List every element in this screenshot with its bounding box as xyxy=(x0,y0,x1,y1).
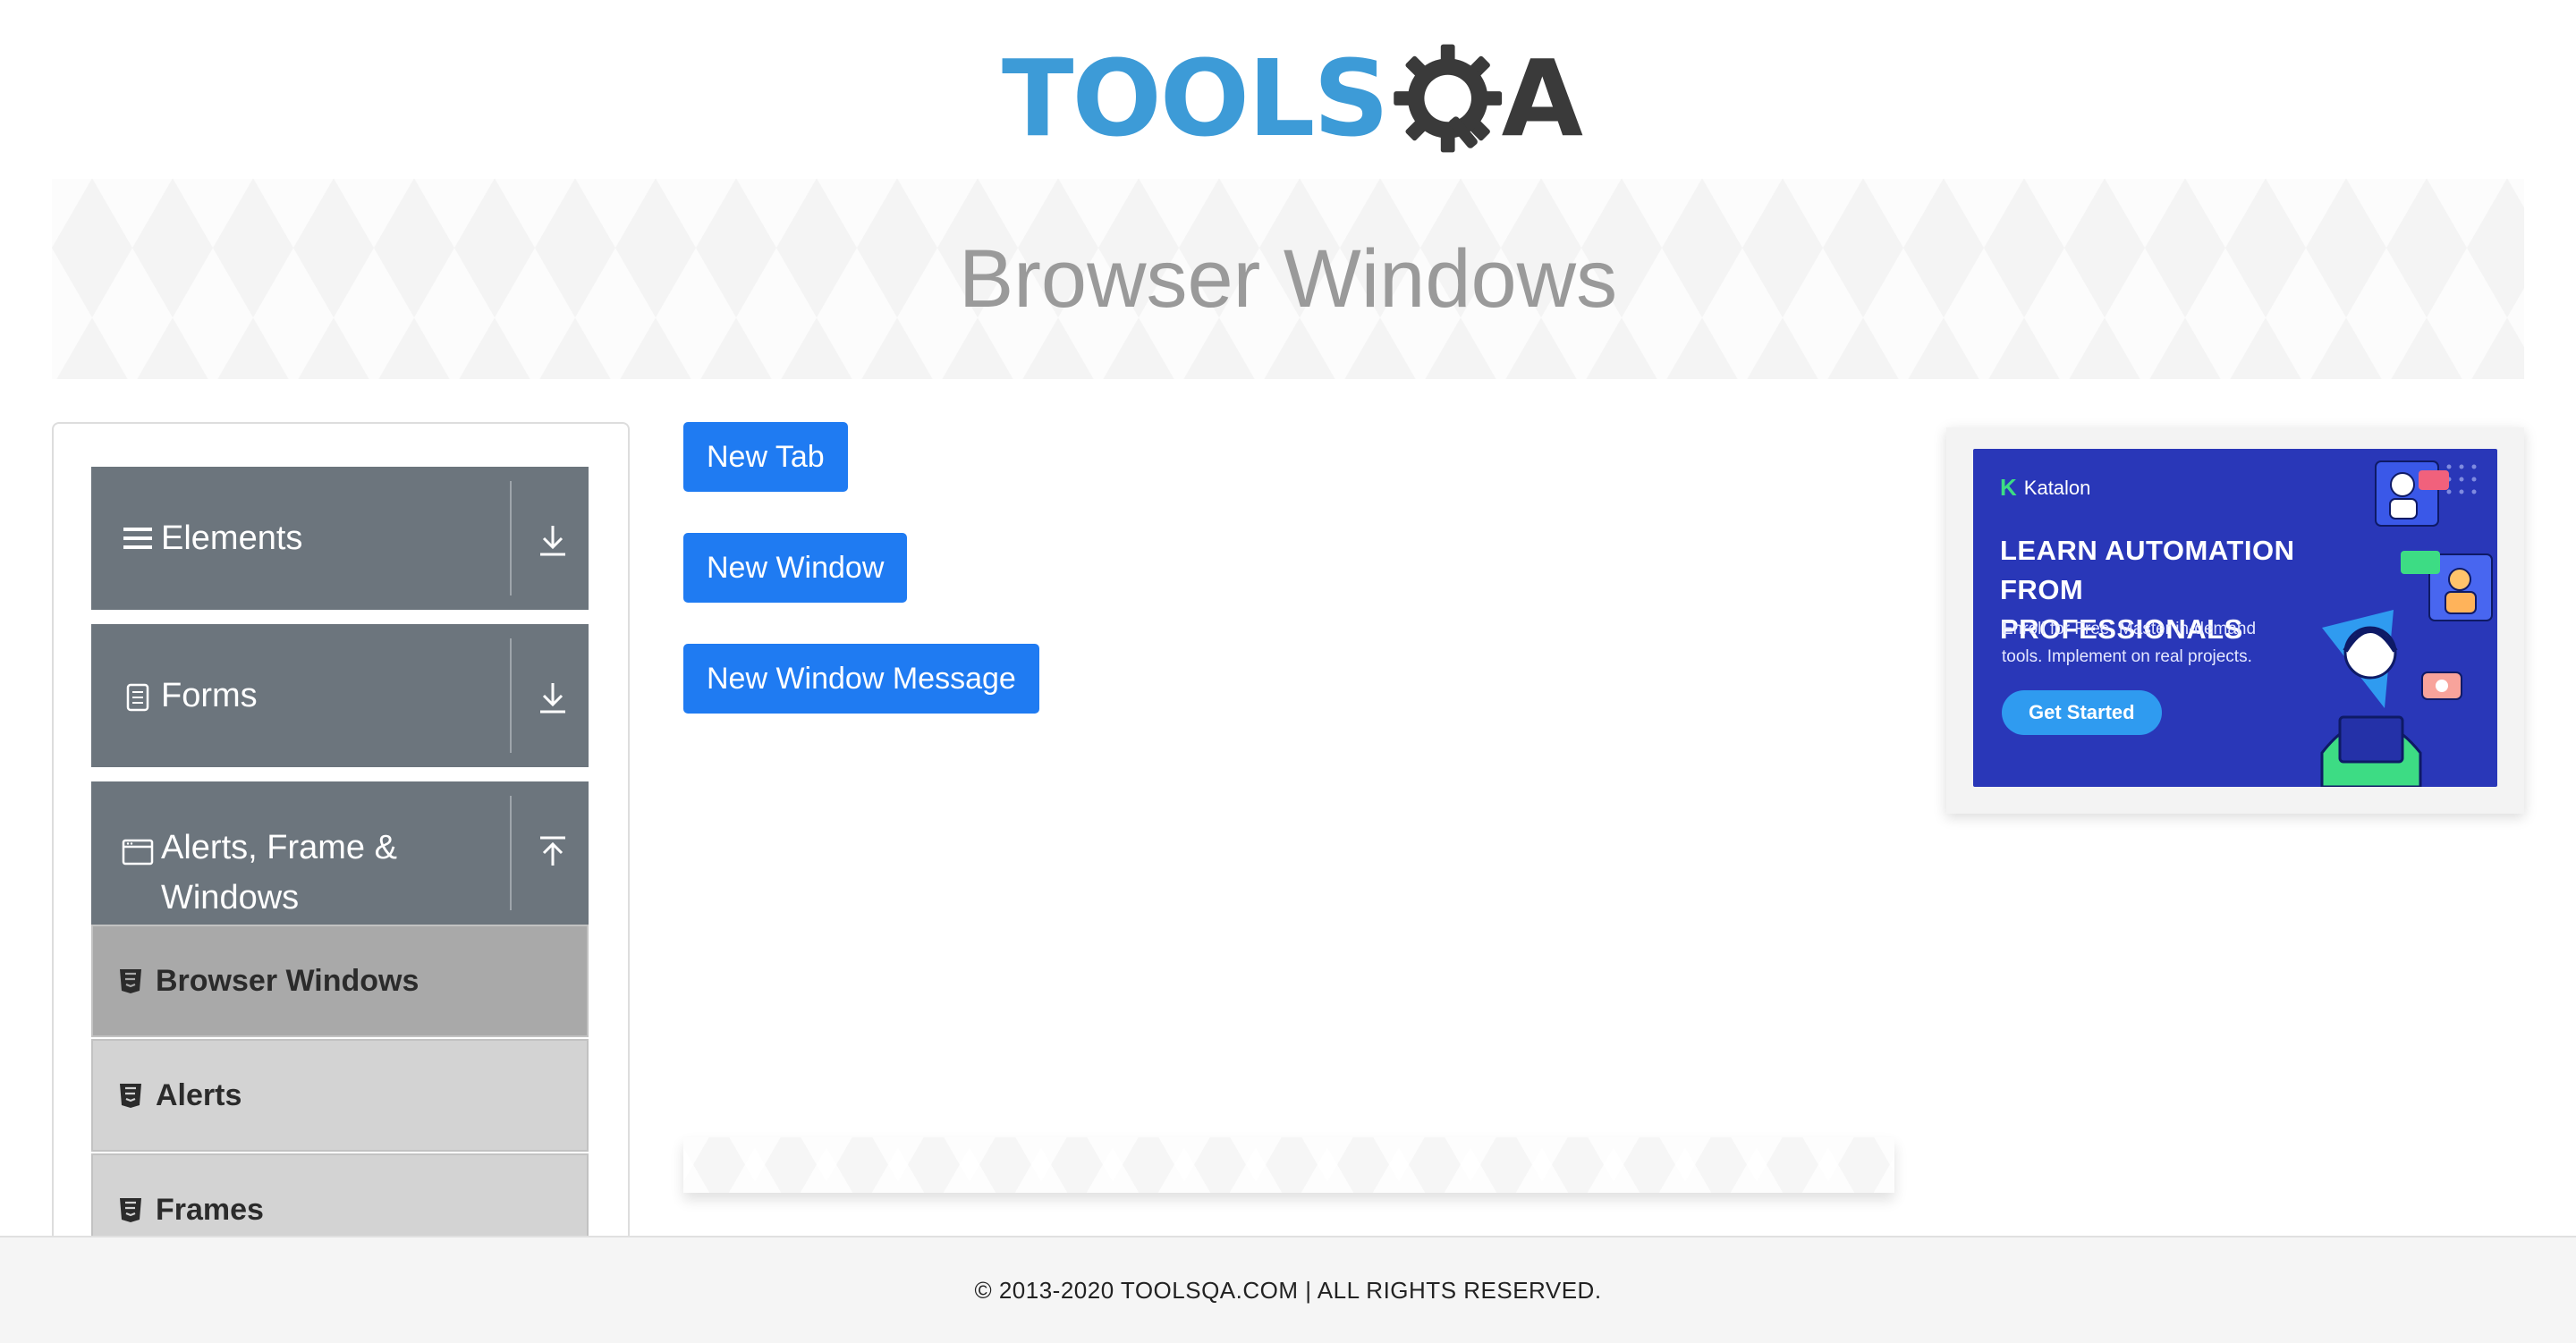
sidebar-group-label: Alerts, Frame & xyxy=(161,829,397,866)
divider xyxy=(510,796,512,910)
sidebar-item-label: Alerts xyxy=(156,1077,242,1112)
dot-pattern-icon xyxy=(2446,464,2477,494)
new-window-message-button[interactable]: New Window Message xyxy=(683,644,1039,714)
hamburger-icon xyxy=(123,528,152,549)
document-icon xyxy=(126,683,149,712)
ad-strip xyxy=(683,1137,1894,1193)
brand-name: Katalon xyxy=(2023,476,2091,499)
sidebar-group-label-line2: Windows xyxy=(161,879,300,916)
footer: © 2013-2020 TOOLSQA.COM | ALL RIGHTS RES… xyxy=(0,1236,2576,1343)
divider xyxy=(510,638,512,753)
sidebar-group-forms[interactable]: Forms xyxy=(91,624,589,767)
upload-arrow-icon[interactable] xyxy=(537,835,569,871)
katalon-k-icon: K xyxy=(2000,474,2017,501)
divider xyxy=(510,481,512,595)
sidebar-group-elements[interactable]: Elements xyxy=(91,467,589,610)
sidebar-group-label: Forms xyxy=(161,677,258,714)
ad-container: K Katalon LEARN AUTOMATION FROM PROFESSI… xyxy=(1946,427,2524,814)
download-arrow-icon[interactable] xyxy=(537,680,569,715)
page-title: Browser Windows xyxy=(958,232,1618,325)
ad-copy-line1: Enroll for Free. Master in-demand xyxy=(2002,620,2257,638)
sidebar: Elements Forms Alerts, Frame & Windows B… xyxy=(52,422,630,1343)
html5-icon xyxy=(120,1198,141,1222)
window-icon xyxy=(122,839,154,866)
logo-tools-text: TOOLS xyxy=(1002,37,1389,160)
sidebar-group-alerts-frame-windows[interactable]: Alerts, Frame & Windows xyxy=(91,781,589,925)
logo-a-text: A xyxy=(1501,37,1583,160)
sidebar-item-alerts[interactable]: Alerts xyxy=(91,1039,589,1152)
ad-copy: Enroll for Free. Master in-demand tools.… xyxy=(2002,615,2288,671)
new-tab-button[interactable]: New Tab xyxy=(683,422,848,492)
new-window-button[interactable]: New Window xyxy=(683,533,908,603)
toolsqa-logo[interactable]: TOOLS A xyxy=(1002,27,1583,170)
ad-copy-line2: tools. Implement on real projects. xyxy=(2002,647,2252,666)
ad-headline-line1: LEARN AUTOMATION xyxy=(2000,535,2295,566)
download-arrow-icon[interactable] xyxy=(537,522,569,558)
get-started-button[interactable]: Get Started xyxy=(2002,690,2162,735)
page: TOOLS A Browser Windows Elements Forms A… xyxy=(0,0,2576,1343)
katalon-ad[interactable]: K Katalon LEARN AUTOMATION FROM PROFESSI… xyxy=(1973,449,2497,787)
copyright-text: © 2013-2020 TOOLSQA.COM | ALL RIGHTS RES… xyxy=(974,1276,1602,1304)
sidebar-group-label: Elements xyxy=(161,519,303,557)
sidebar-item-label: Browser Windows xyxy=(156,963,419,998)
sidebar-item-label: Frames xyxy=(156,1192,264,1227)
ad-illustration xyxy=(2320,460,2493,787)
html5-icon xyxy=(120,1084,141,1108)
html5-icon xyxy=(120,969,141,993)
katalon-brand: K Katalon xyxy=(2000,474,2090,502)
page-banner: Browser Windows xyxy=(52,179,2524,379)
gear-magnifier-icon xyxy=(1394,44,1503,153)
sidebar-item-browser-windows[interactable]: Browser Windows xyxy=(91,925,589,1037)
